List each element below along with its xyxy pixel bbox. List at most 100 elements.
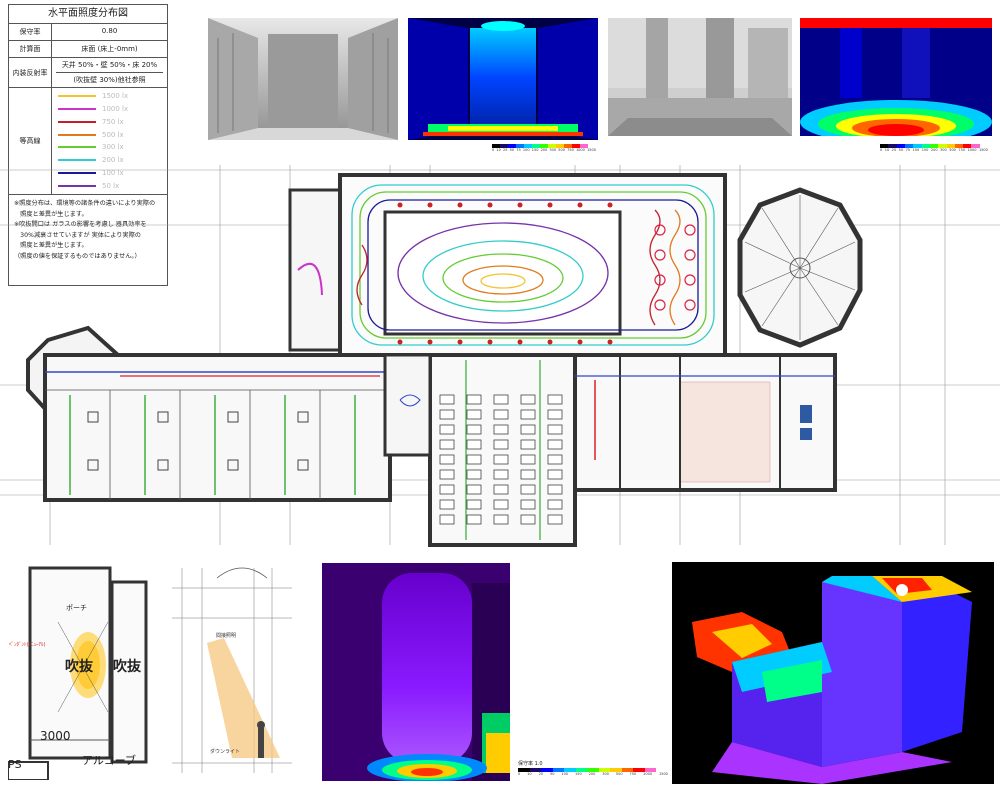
scale-tick: 500 xyxy=(615,772,623,776)
section-drawing-panel: 間接照明 ダウンライト xyxy=(162,558,300,780)
render-grey-hall-1-image xyxy=(208,18,398,140)
desk xyxy=(547,484,563,495)
section-label-1: 間接照明 xyxy=(216,633,237,639)
desk xyxy=(520,454,536,465)
desk xyxy=(466,484,482,495)
scale-tick: 100 xyxy=(561,772,569,776)
render-grey-hall-2-image xyxy=(608,18,792,136)
desk xyxy=(439,484,455,495)
desk xyxy=(466,439,482,450)
desk xyxy=(520,424,536,435)
desk xyxy=(520,394,536,405)
legend-row-extra: (吹抜壁 30%)他社参照 xyxy=(73,76,146,84)
desk xyxy=(520,409,536,420)
legend-row-key: 計算面 xyxy=(9,41,52,57)
desk xyxy=(520,439,536,450)
equipment-box xyxy=(800,428,812,440)
porch-label: ポーチ xyxy=(66,604,87,612)
scale-tick: 750 xyxy=(629,772,637,776)
render-3d-falsecolor xyxy=(672,562,994,784)
desk xyxy=(493,499,509,510)
desk xyxy=(439,499,455,510)
desk xyxy=(493,484,509,495)
desk xyxy=(520,469,536,480)
color-scale-labels: 0 10 25 50 100 150 200 300 500 750 1000 1500 xyxy=(518,772,668,776)
render-grey-hall-1 xyxy=(208,18,398,140)
red-note-label: ﾍﾟﾝﾀﾞﾝﾄ(ﾘﾆｭｰｱﾙ) xyxy=(9,642,46,648)
isoline-swatch xyxy=(58,108,96,111)
isoline-swatch xyxy=(58,133,96,136)
scale-title: 保守率 1.0 xyxy=(518,761,543,767)
desk xyxy=(439,454,455,465)
isoline-label: 750 lx xyxy=(102,117,124,126)
desk xyxy=(493,469,509,480)
legend-row-value: 0.80 xyxy=(101,27,118,35)
render-falsecolor-hall-2 xyxy=(800,18,992,136)
isoline-label: 1000 lx xyxy=(102,105,129,114)
legend-row-calc-plane: 計算面 床面 (床上-0mm) xyxy=(9,41,167,58)
desk xyxy=(547,409,563,420)
render-falsecolor-elevation-image xyxy=(322,563,510,781)
atrium-label-b: 吹抜 xyxy=(113,659,141,675)
dimension-label: 3000 xyxy=(40,729,71,743)
floor-plan-drawing xyxy=(0,165,1000,547)
scale-tick: 10 xyxy=(527,772,532,776)
render-grey-hall-2 xyxy=(608,18,792,136)
desk xyxy=(439,424,455,435)
desk xyxy=(547,499,563,510)
left-wing-wall xyxy=(43,353,392,502)
detail-plan-panel: ポーチ 吹抜 吹抜 3000 アルコーブ PS ﾍﾟﾝﾀﾞﾝﾄ(ﾘﾆｭｰｱﾙ) xyxy=(8,562,150,780)
desk xyxy=(520,514,536,525)
desk xyxy=(439,409,455,420)
legend-row-maintenance-factor: 保守率 0.80 xyxy=(9,24,167,41)
desk xyxy=(466,499,482,510)
desk xyxy=(547,439,563,450)
render-falsecolor-hall-1-image xyxy=(408,18,598,140)
desk xyxy=(547,514,563,525)
color-scale-bottom: 保守率 1.0 0 10 25 50 100 150 200 300 500 750 1000 150… xyxy=(518,760,668,776)
corridor-stair-wall xyxy=(383,353,432,457)
scale-tick: 200 xyxy=(588,772,596,776)
desk xyxy=(439,394,455,405)
section-drawing xyxy=(172,567,292,773)
desk xyxy=(439,469,455,480)
ps-label: PS xyxy=(8,758,22,771)
legend-row-value: 天井 50%・壁 50%・床 20% xyxy=(56,60,163,73)
render-falsecolor-hall-2-image xyxy=(800,18,992,136)
isoline-item: 1500 lx xyxy=(58,91,161,102)
legend-row-reflectance: 内装反射率 天井 50%・壁 50%・床 20% (吹抜壁 30%)他社参照 xyxy=(9,58,167,88)
scale-tick: 150 xyxy=(575,772,582,776)
desk xyxy=(493,409,509,420)
isoline-swatch xyxy=(58,120,96,123)
desk xyxy=(439,514,455,525)
scale-tick: 1500 xyxy=(659,772,668,776)
desk xyxy=(520,484,536,495)
desk xyxy=(466,409,482,420)
desk xyxy=(466,424,482,435)
isoline-swatch xyxy=(58,95,96,98)
render-3d-falsecolor-image xyxy=(672,562,994,784)
isoline-item: 1000 lx xyxy=(58,104,161,115)
desk xyxy=(493,514,509,525)
scale-tick: 0 xyxy=(518,772,521,776)
isoline-item: 500 lx xyxy=(58,129,161,140)
isoline-item: 750 lx xyxy=(58,116,161,127)
legend-row-key: 内装反射率 xyxy=(9,58,52,87)
desk xyxy=(493,424,509,435)
legend-title: 水平面照度分布図 xyxy=(9,5,167,24)
desk xyxy=(547,469,563,480)
legend-row-value: 床面 (床上-0mm) xyxy=(81,45,138,53)
legend-row-value-group: 天井 50%・壁 50%・床 20% (吹抜壁 30%)他社参照 xyxy=(52,58,167,87)
desk xyxy=(466,514,482,525)
desk xyxy=(547,394,563,405)
isoline-swatch xyxy=(58,146,96,149)
stair-core-wall xyxy=(288,188,342,352)
tiled-floor-room xyxy=(679,381,771,483)
desk xyxy=(466,469,482,480)
atrium-label-a: 吹抜 xyxy=(65,659,93,675)
isoline-label: 500 lx xyxy=(102,130,124,139)
desk xyxy=(466,394,482,405)
desk xyxy=(493,394,509,405)
equipment-box xyxy=(800,405,812,423)
scale-tick: 1000 xyxy=(643,772,653,776)
